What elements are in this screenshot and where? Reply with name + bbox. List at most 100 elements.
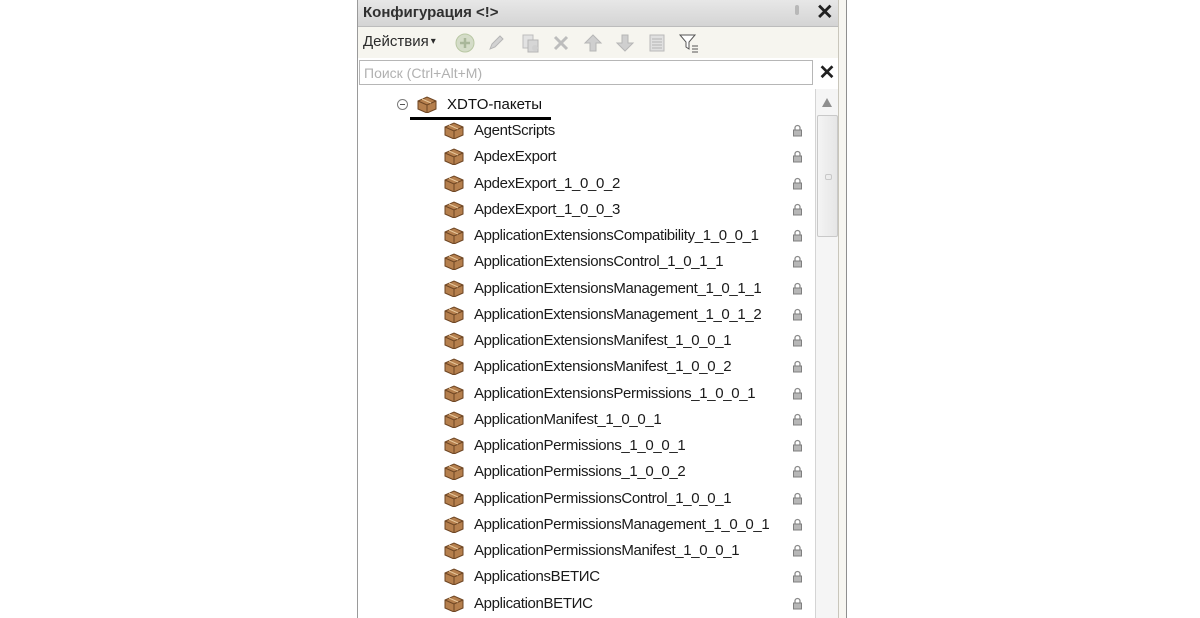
lock-icon xyxy=(793,203,802,216)
tree-item-label: ApplicationManifest_1_0_0_1 xyxy=(474,410,662,428)
tree-item-label: ApplicationExtensionsManifest_1_0_0_1 xyxy=(474,332,732,349)
tree-item[interactable]: ApplicationExtensionsManifest_1_0_0_1 xyxy=(358,328,814,354)
edit-button[interactable] xyxy=(485,32,507,54)
lock-icon xyxy=(793,124,802,137)
scrollbar-thumb[interactable] xyxy=(817,115,838,237)
tree-item-label: ApplicationPermissions_1_0_0_2 xyxy=(474,463,686,481)
lock-icon xyxy=(793,413,802,426)
tree-item-label: ApdexExport_1_0_0_3 xyxy=(474,200,620,218)
lock-icon xyxy=(793,571,802,583)
toolbar: Действия ▾ xyxy=(358,27,839,58)
lock-icon xyxy=(793,177,802,189)
tree-item[interactable]: ApplicationExtensionsControl_1_0_1_1 xyxy=(358,249,814,275)
tree-item[interactable]: ApdexExport_1_0_0_2 xyxy=(358,171,814,197)
add-icon xyxy=(455,33,475,53)
package-icon xyxy=(444,411,464,428)
tree-item-label: ApplicationPermissionsManagement_1_0_0_1 xyxy=(474,515,770,533)
tree-item-label: AgentScripts xyxy=(474,122,555,139)
edit-icon xyxy=(489,35,504,50)
list-icon xyxy=(649,34,665,52)
move-up-icon xyxy=(583,34,603,52)
tree-item[interactable]: ApplicationPermissionsControl_1_0_0_1 xyxy=(358,486,814,512)
package-icon xyxy=(444,516,464,533)
package-icon xyxy=(444,489,464,507)
list-button[interactable] xyxy=(646,32,668,54)
move-down-icon xyxy=(615,34,635,52)
add-button[interactable] xyxy=(454,32,476,54)
panel-title-bar: Конфигурация <!> ✕ xyxy=(358,0,839,27)
tree-item-label: ApplicationExtensionsManifest_1_0_0_2 xyxy=(474,358,732,376)
package-icon xyxy=(444,332,464,349)
search-clear-button[interactable]: ✕ xyxy=(816,61,838,86)
tree-item[interactable]: ApplicationPermissionsManagement_1_0_0_1 xyxy=(358,512,814,538)
tree-item[interactable]: AgentScripts xyxy=(358,118,814,144)
tree-item[interactable]: ApplicationExtensionsManagement_1_0_1_2 xyxy=(358,302,814,328)
tree-item-label: ApplicationPermissions_1_0_0_1 xyxy=(474,437,686,454)
package-icon xyxy=(444,358,464,376)
package-icon xyxy=(444,122,464,139)
tree-item[interactable]: ApplicationPermissionsManifest_1_0_0_1 xyxy=(358,538,814,564)
package-icon xyxy=(444,463,464,481)
configuration-panel: Конфигурация <!> ✕ Действия ▾ Поиск (Ctr… xyxy=(357,0,839,618)
package-icon xyxy=(444,201,464,218)
tree-item-label: ApdexExport_1_0_0_2 xyxy=(474,174,620,192)
tree-node-xdto-packages[interactable]: XDTO-пакеты xyxy=(358,92,814,120)
chevron-down-icon: ▾ xyxy=(430,36,436,47)
vertical-scrollbar[interactable] xyxy=(815,89,838,618)
tree-item[interactable]: ApplicationExtensionsManagement_1_0_1_1 xyxy=(358,276,814,302)
scroll-up-icon xyxy=(822,98,832,107)
scroll-up-button[interactable] xyxy=(816,89,838,115)
filter-icon xyxy=(678,34,698,53)
package-icon xyxy=(417,96,437,113)
lock-icon xyxy=(793,361,802,373)
copy-button[interactable] xyxy=(519,32,541,54)
tree-item[interactable]: ApplicationManifest_1_0_0_1 xyxy=(358,407,814,433)
actions-menu-button[interactable]: Действия ▾ xyxy=(363,33,436,50)
tree-item[interactable]: ApplicationPermissions_1_0_0_2 xyxy=(358,459,814,485)
package-icon xyxy=(444,279,464,297)
tree-item[interactable]: ApplicationExtensionsPermissions_1_0_0_1 xyxy=(358,381,814,407)
tree-item[interactable]: ApplicationsВЕТИС xyxy=(358,564,814,590)
tree-item-label: ApplicationExtensionsManagement_1_0_1_2 xyxy=(474,305,762,323)
tree-node-label: XDTO-пакеты xyxy=(447,96,543,113)
move-down-button[interactable] xyxy=(614,32,636,54)
tree-item[interactable]: ApplicationВЕТИС xyxy=(358,591,814,617)
tree-item[interactable]: ApdexExport_1_0_0_3 xyxy=(358,197,814,223)
lock-icon xyxy=(793,256,802,268)
search-input[interactable] xyxy=(359,60,813,85)
lock-icon xyxy=(793,282,802,294)
tree-item-label: ApplicationExtensionsCompatibility_1_0_0… xyxy=(474,227,759,244)
move-up-button[interactable] xyxy=(582,32,604,54)
pin-icon[interactable] xyxy=(795,5,799,15)
delete-button[interactable] xyxy=(550,32,572,54)
configuration-tree: XDTO-пакеты AgentScripts ApdexExport Apdex… xyxy=(358,89,814,618)
lock-icon xyxy=(793,308,802,321)
lock-icon xyxy=(793,597,802,609)
delete-icon xyxy=(553,35,569,51)
tree-item[interactable]: ApplicationPermissions_1_0_0_1 xyxy=(358,433,814,459)
panel-title: Конфигурация <!> xyxy=(363,4,499,21)
tree-item-label: ApplicationExtensionsManagement_1_0_1_1 xyxy=(474,279,762,297)
package-icon xyxy=(444,542,464,559)
package-icon xyxy=(444,174,464,192)
filter-button[interactable] xyxy=(678,32,700,54)
lock-icon xyxy=(793,387,802,399)
panel-resize-edge[interactable] xyxy=(838,0,847,618)
tree-item-label: ApplicationPermissionsManifest_1_0_0_1 xyxy=(474,542,740,559)
collapse-icon[interactable] xyxy=(397,99,408,110)
tree-item-label: ApplicationВЕТИС xyxy=(474,594,593,612)
tree-item-label: ApplicationPermissionsControl_1_0_0_1 xyxy=(474,489,732,507)
package-icon xyxy=(444,148,464,166)
lock-icon xyxy=(793,492,802,504)
tree-item-label: ApplicationsВЕТИС xyxy=(474,568,600,586)
tree-item[interactable]: ApplicationExtensionsManifest_1_0_0_2 xyxy=(358,354,814,380)
tree-item-label: ApplicationExtensionsPermissions_1_0_0_1 xyxy=(474,384,756,402)
copy-icon xyxy=(522,34,539,53)
tree-item[interactable]: ApplicationExtensionsCompatibility_1_0_0… xyxy=(358,223,814,249)
lock-icon xyxy=(793,518,802,531)
package-icon xyxy=(444,306,464,323)
tree-item-label: ApdexExport xyxy=(474,148,557,166)
tree-item-label: ApplicationExtensionsControl_1_0_1_1 xyxy=(474,253,724,271)
tree-item[interactable]: ApdexExport xyxy=(358,144,814,170)
close-panel-button[interactable]: ✕ xyxy=(816,0,834,25)
